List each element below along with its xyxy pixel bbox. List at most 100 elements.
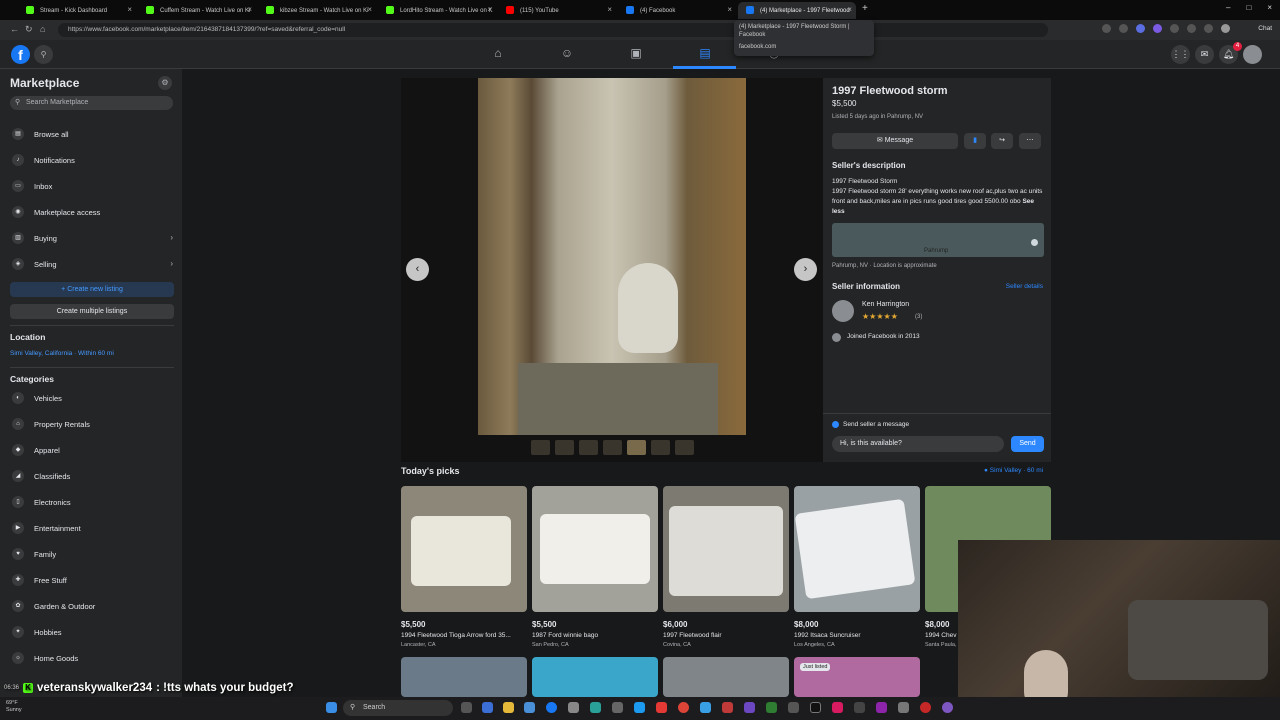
send-button[interactable]: Send	[1011, 436, 1044, 452]
photo-thumbnail[interactable]	[579, 440, 598, 455]
youtube-icon[interactable]	[656, 702, 667, 713]
app-icon[interactable]	[590, 702, 601, 713]
listing-card[interactable]: $5,500 1994 Fleetwood Tioga Arrow ford 3…	[401, 486, 527, 648]
close-tab-icon[interactable]: ×	[847, 5, 852, 14]
close-window-icon[interactable]: ×	[1267, 3, 1272, 12]
profile-avatar[interactable]	[1221, 24, 1230, 33]
location-filter-link[interactable]: Simi Valley, California · Within 60 mi	[10, 350, 114, 357]
app-icon[interactable]	[700, 702, 711, 713]
category-apparel[interactable]: ◆ Apparel	[10, 442, 175, 460]
share-icon[interactable]: ↪	[991, 133, 1013, 149]
photo-thumbnail[interactable]	[627, 440, 646, 455]
browser-tab[interactable]: (115) YouTube ×	[498, 2, 616, 19]
browser-tab[interactable]: LordHito Stream - Watch Live on K ×	[378, 2, 496, 19]
category-electronics[interactable]: ▯ Electronics	[10, 494, 175, 512]
browser-tab[interactable]: (4) Facebook ×	[618, 2, 736, 19]
extension-icon[interactable]	[1102, 24, 1111, 33]
marketplace-nav-icon[interactable]: ▤	[695, 46, 715, 62]
task-view-icon[interactable]	[461, 702, 472, 713]
listing-card[interactable]: $5,500 1987 Ford winnie bago San Pedro, …	[532, 486, 658, 648]
category-entertainment[interactable]: ▶ Entertainment	[10, 520, 175, 538]
taskbar-search[interactable]: ⚲ Search	[343, 700, 453, 716]
seller-details-link[interactable]: Seller details	[1006, 283, 1043, 290]
extension-icon[interactable]	[1170, 24, 1179, 33]
new-tab-icon[interactable]: +	[862, 3, 868, 14]
app-icon[interactable]	[612, 702, 623, 713]
listing-card[interactable]: $6,000 1997 Fleetwood flair Covina, CA	[663, 486, 789, 648]
photo-thumbnail[interactable]	[675, 440, 694, 455]
extension-icon[interactable]	[1119, 24, 1128, 33]
close-tab-icon[interactable]: ×	[487, 5, 492, 14]
extension-icon[interactable]	[1204, 24, 1213, 33]
listing-card[interactable]	[663, 657, 789, 697]
app-icon[interactable]	[810, 702, 821, 713]
start-icon[interactable]	[326, 702, 337, 713]
listing-card[interactable]: Just listed	[794, 657, 920, 697]
listing-card[interactable]: $8,000 1992 Itsaca Suncruiser Los Angele…	[794, 486, 920, 648]
edge-icon[interactable]	[482, 702, 493, 713]
extension-icon[interactable]	[1187, 24, 1196, 33]
explorer-icon[interactable]	[503, 702, 514, 713]
extension-icon[interactable]	[1153, 24, 1162, 33]
messenger-icon[interactable]: ✉	[1195, 45, 1214, 64]
sidebar-item-notifications[interactable]: ♪ Notifications	[10, 152, 175, 170]
app-icon[interactable]	[854, 702, 865, 713]
close-tab-icon[interactable]: ×	[127, 5, 132, 14]
browser-tab[interactable]: kibzee Stream - Watch Live on Ki ×	[258, 2, 376, 19]
photo-thumbnail[interactable]	[555, 440, 574, 455]
back-icon[interactable]: ←	[10, 24, 19, 34]
create-new-listing-button[interactable]: + Create new listing	[10, 282, 174, 297]
browser-tab[interactable]: Stream - Kick Dashboard ×	[18, 2, 136, 19]
seller-avatar[interactable]	[832, 300, 854, 322]
sidebar-item-buying[interactable]: ▥ Buying ›	[10, 230, 175, 248]
category-property-rentals[interactable]: ⌂ Property Rentals	[10, 416, 175, 434]
category-classifieds[interactable]: ◢ Classifieds	[10, 468, 175, 486]
app-icon[interactable]	[898, 702, 909, 713]
weather-widget[interactable]: 69°F Sunny	[6, 700, 22, 714]
home-icon[interactable]: ⌂	[40, 24, 45, 34]
app-icon[interactable]	[744, 702, 755, 713]
category-home-goods[interactable]: ☼ Home Goods	[10, 650, 175, 668]
picks-location-link[interactable]: ● Simi Valley · 60 mi	[984, 467, 1043, 474]
facebook-logo[interactable]: f	[11, 45, 30, 64]
minimize-icon[interactable]: –	[1226, 3, 1230, 12]
app-icon[interactable]	[920, 702, 931, 713]
watch-nav-icon[interactable]: ▣	[626, 46, 646, 62]
friends-nav-icon[interactable]: ☺	[557, 46, 577, 62]
sidebar-item-marketplace-access[interactable]: ◉ Marketplace access	[10, 204, 175, 222]
menu-grid-icon[interactable]: ⋮⋮	[1171, 45, 1190, 64]
extension-icon[interactable]	[1136, 24, 1145, 33]
reload-icon[interactable]: ↻	[25, 24, 33, 35]
create-multiple-listings-button[interactable]: Create multiple listings	[10, 304, 174, 319]
facebook-icon[interactable]	[546, 702, 557, 713]
save-bookmark-icon[interactable]: ▮	[964, 133, 986, 149]
location-map[interactable]: Pahrump	[832, 223, 1044, 257]
category-free-stuff[interactable]: ✚ Free Stuff	[10, 572, 175, 590]
app-icon[interactable]	[832, 702, 843, 713]
home-nav-icon[interactable]: ⌂	[488, 46, 508, 62]
category-vehicles[interactable]: ◐ Vehicles	[10, 390, 175, 408]
more-options-icon[interactable]: ⋯	[1019, 133, 1041, 149]
sidebar-item-browse-all[interactable]: ▤ Browse all	[10, 126, 175, 144]
listing-card[interactable]	[401, 657, 527, 697]
account-avatar[interactable]	[1243, 45, 1262, 64]
message-input[interactable]: Hi, is this available?	[832, 436, 1004, 452]
message-button[interactable]: ✉ Message	[832, 133, 958, 149]
photo-thumbnail[interactable]	[603, 440, 622, 455]
photo-thumbnail[interactable]	[651, 440, 670, 455]
listing-card[interactable]	[532, 657, 658, 697]
close-tab-icon[interactable]: ×	[727, 5, 732, 14]
close-tab-icon[interactable]: ×	[607, 5, 612, 14]
sidebar-item-inbox[interactable]: ▭ Inbox	[10, 178, 175, 196]
xbox-icon[interactable]	[766, 702, 777, 713]
browser-tab[interactable]: Cuffem Stream - Watch Live on Ki ×	[138, 2, 256, 19]
app-icon[interactable]	[942, 702, 953, 713]
browser-tab-active[interactable]: (4) Marketplace - 1997 Fleetwood ×	[738, 2, 856, 19]
app-icon[interactable]	[722, 702, 733, 713]
search-icon[interactable]: ⚲	[34, 45, 53, 64]
chrome-icon[interactable]	[678, 702, 689, 713]
category-garden-outdoor[interactable]: ✿ Garden & Outdoor	[10, 598, 175, 616]
steam-icon[interactable]	[634, 702, 645, 713]
app-icon[interactable]	[876, 702, 887, 713]
close-tab-icon[interactable]: ×	[367, 5, 372, 14]
